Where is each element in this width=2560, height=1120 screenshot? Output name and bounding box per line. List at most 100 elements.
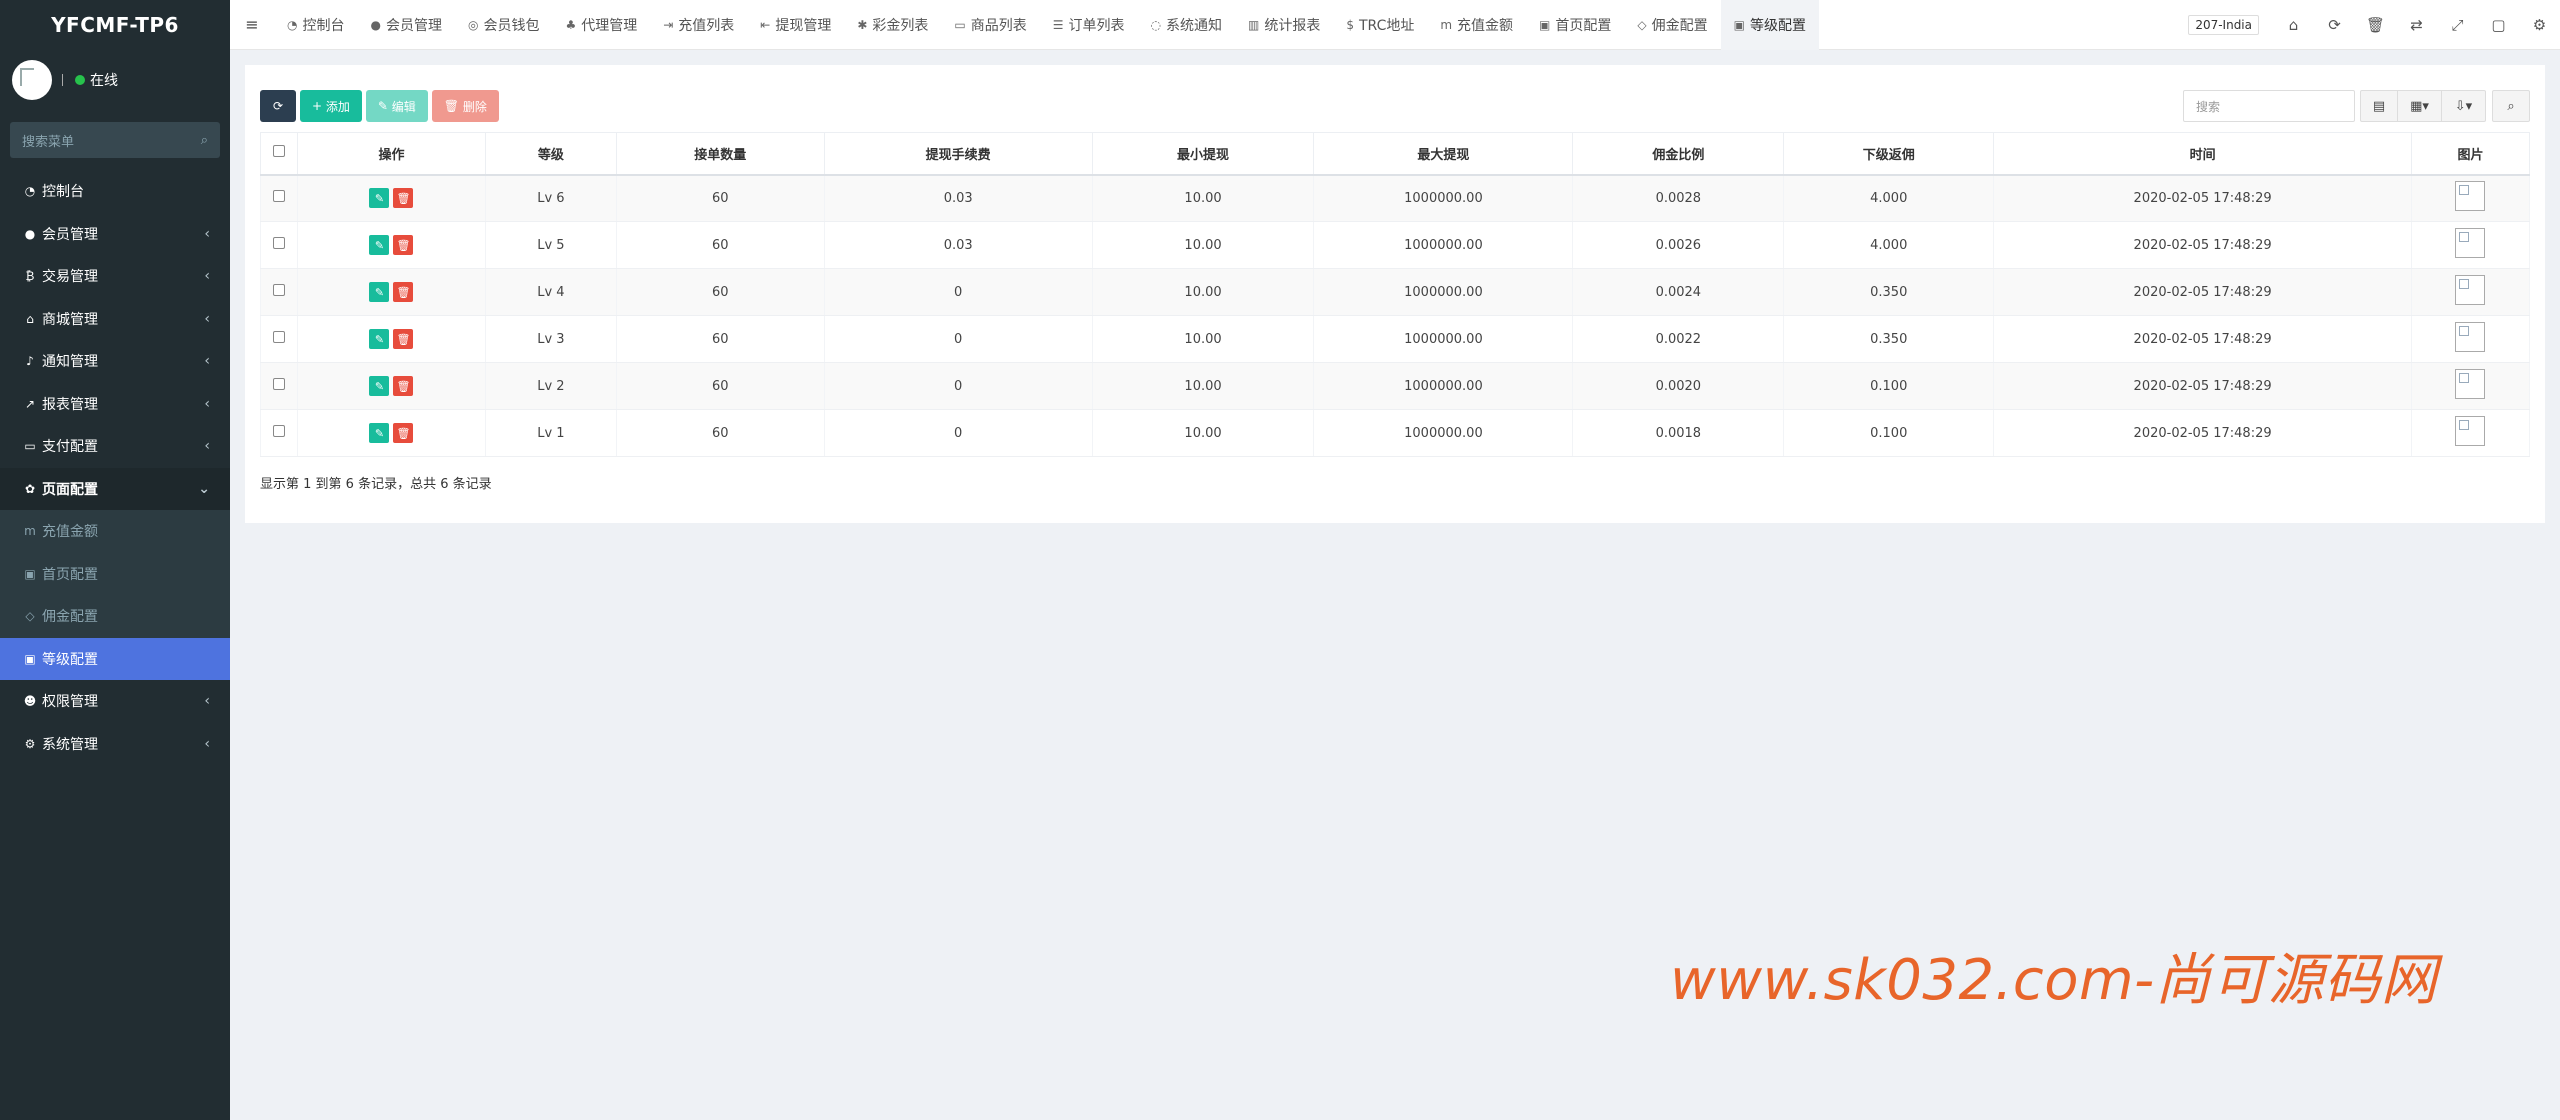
tab-4[interactable]: ⇥ 充值列表: [650, 0, 747, 50]
table-row[interactable]: ✎ 🗑 Lv 3 60 0 10.00 1000000.00 0.0022 0.350 2020-…: [260, 315, 2531, 363]
sidebar-item-3[interactable]: ⌂ 商城管理 ‹: [0, 298, 230, 341]
sidebar-item-5[interactable]: ↗ 报表管理 ‹: [0, 383, 230, 426]
column-header-7[interactable]: 下级返佣: [1783, 132, 1995, 176]
list-icon: ☰: [1052, 17, 1064, 32]
fullscreen-icon[interactable]: ⤢: [2437, 16, 2478, 34]
settings-icon[interactable]: ⚙: [2519, 16, 2560, 34]
search-toggle-button[interactable]: ⌕: [2492, 90, 2530, 122]
tab-label: 商品列表: [970, 17, 1027, 34]
tab-9[interactable]: ◌ 系统通知: [1138, 0, 1235, 50]
row-edit-button[interactable]: ✎: [369, 423, 390, 443]
language-icon[interactable]: ⇄: [2396, 16, 2437, 34]
sidebar-item-4[interactable]: ♪ 通知管理 ‹: [0, 340, 230, 383]
row-checkbox[interactable]: [272, 190, 285, 203]
row-delete-button[interactable]: 🗑: [393, 423, 414, 443]
wallet-icon: ◎: [467, 17, 479, 32]
broken-image-icon[interactable]: [2455, 322, 2486, 352]
tab-6[interactable]: ✱ 彩金列表: [844, 0, 941, 50]
table-search-input[interactable]: 搜索: [2183, 90, 2355, 122]
row-edit-button[interactable]: ✎: [369, 235, 390, 255]
chevron-left-icon: ‹: [204, 310, 210, 327]
menu-toggle-icon[interactable]: ≡: [230, 15, 274, 34]
table-row[interactable]: ✎ 🗑 Lv 1 60 0 10.00 1000000.00 0.0018 0.100 2020-…: [260, 409, 2531, 457]
row-checkbox[interactable]: [272, 425, 285, 437]
brand-logo[interactable]: YFCMF-TP6: [0, 0, 230, 50]
column-header-2[interactable]: 接单数量: [615, 132, 825, 176]
edit-button[interactable]: ✎ 编辑: [365, 90, 428, 122]
sidebar-item-2[interactable]: ₿ 交易管理 ‹: [0, 255, 230, 298]
tab-2[interactable]: ◎ 会员钱包: [455, 0, 552, 50]
columns-button[interactable]: ▦▾: [2398, 90, 2442, 122]
sidebar-item-8[interactable]: m 充值金额: [0, 510, 230, 553]
row-checkbox[interactable]: [272, 378, 285, 390]
chevron-left-icon: ‹: [204, 395, 210, 412]
row-checkbox[interactable]: [272, 331, 285, 343]
sidebar-item-10[interactable]: ◇ 佣金配置: [0, 595, 230, 638]
row-delete-button[interactable]: 🗑: [393, 235, 414, 255]
row-delete-button[interactable]: 🗑: [393, 188, 414, 209]
row-delete-button[interactable]: 🗑: [393, 376, 414, 396]
sidebar-item-12[interactable]: ☻ 权限管理 ‹: [0, 680, 230, 723]
broken-image-icon[interactable]: [2455, 181, 2486, 212]
sidebar-item-0[interactable]: ◔ 控制台: [0, 170, 230, 213]
table-row[interactable]: ✎ 🗑 Lv 2 60 0 10.00 1000000.00 0.0020 0.100 2020-…: [260, 362, 2531, 410]
row-delete-button[interactable]: 🗑: [393, 282, 414, 302]
trash-icon[interactable]: 🗑: [2355, 16, 2396, 34]
column-header-1[interactable]: 等级: [484, 132, 617, 176]
tab-12[interactable]: m 充值金额: [1427, 0, 1526, 50]
sidebar-item-7[interactable]: ✿ 页面配置 ⌄: [0, 467, 230, 510]
row-edit-button[interactable]: ✎: [369, 282, 390, 302]
column-header-5[interactable]: 最大提现: [1313, 132, 1574, 176]
broken-image-icon[interactable]: [2455, 228, 2486, 258]
sidebar-item-1[interactable]: ● 会员管理 ‹: [0, 213, 230, 256]
toggle-view-button[interactable]: ▤: [2360, 90, 2398, 122]
sidebar-item-9[interactable]: ▣ 首页配置: [0, 552, 230, 595]
select-all-checkbox[interactable]: [272, 145, 285, 158]
tab-15[interactable]: ▣ 等级配置: [1720, 0, 1819, 50]
table-row[interactable]: ✎ 🗑 Lv 6 60 0.03 10.00 1000000.00 0.0028 4.000 20…: [260, 174, 2531, 222]
tab-0[interactable]: ◔ 控制台: [274, 0, 357, 50]
tab-1[interactable]: ● 会员管理: [357, 0, 454, 50]
broken-image-icon[interactable]: [2455, 275, 2486, 305]
row-delete-button[interactable]: 🗑: [393, 329, 414, 349]
add-button[interactable]: + 添加: [300, 90, 362, 122]
tab-8[interactable]: ☰ 订单列表: [1040, 0, 1138, 50]
tab-7[interactable]: ▭ 商品列表: [941, 0, 1039, 50]
column-header-6[interactable]: 佣金比例: [1572, 132, 1785, 176]
row-checkbox[interactable]: [272, 237, 285, 249]
export-button[interactable]: ⇩▾: [2442, 90, 2486, 122]
sidebar-search-input[interactable]: 搜索菜单 ⌕: [10, 122, 220, 158]
column-header-0[interactable]: 操作: [296, 132, 486, 176]
refresh-button[interactable]: ⟳: [260, 90, 296, 122]
column-header-4[interactable]: 最小提现: [1091, 132, 1315, 176]
column-header-8[interactable]: 时间: [1993, 132, 2412, 176]
row-edit-button[interactable]: ✎: [369, 329, 390, 349]
refresh-icon[interactable]: ⟳: [2314, 16, 2355, 34]
tab-11[interactable]: $ TRC地址: [1333, 0, 1427, 50]
table-cell: 60: [615, 268, 825, 316]
language-select[interactable]: 207-India: [2188, 15, 2259, 35]
m-icon: m: [1440, 17, 1453, 32]
sidebar-item-11[interactable]: ▣ 等级配置: [0, 637, 230, 680]
column-header-3[interactable]: 提现手续费: [823, 132, 1093, 176]
row-edit-button[interactable]: ✎: [369, 188, 390, 209]
broken-image-icon[interactable]: [2455, 416, 2486, 446]
broken-image-icon[interactable]: [2455, 369, 2486, 399]
table-row[interactable]: ✎ 🗑 Lv 4 60 0 10.00 1000000.00 0.0024 0.350 2020-…: [260, 268, 2531, 316]
tab-5[interactable]: ⇤ 提现管理: [747, 0, 844, 50]
sidebar-item-6[interactable]: ▭ 支付配置 ‹: [0, 425, 230, 468]
tab-10[interactable]: ▥ 统计报表: [1235, 0, 1333, 50]
tab-13[interactable]: ▣ 首页配置: [1526, 0, 1624, 50]
row-checkbox[interactable]: [272, 284, 285, 296]
user-avatar-icon[interactable]: ▢: [2478, 16, 2519, 34]
row-edit-button[interactable]: ✎: [369, 376, 390, 396]
trash-icon: 🗑: [396, 426, 411, 440]
sidebar-item-13[interactable]: ⚙ 系统管理 ‹: [0, 723, 230, 766]
tab-14[interactable]: ◇ 佣金配置: [1624, 0, 1720, 50]
tab-3[interactable]: ♣ 代理管理: [552, 0, 650, 50]
column-header-9[interactable]: 图片: [2410, 132, 2531, 176]
delete-button[interactable]: 🗑 删除: [431, 90, 499, 122]
table-cell: 1000000.00: [1313, 221, 1574, 269]
table-row[interactable]: ✎ 🗑 Lv 5 60 0.03 10.00 1000000.00 0.0026 4.000 20…: [260, 221, 2531, 269]
home-icon[interactable]: ⌂: [2273, 16, 2314, 34]
